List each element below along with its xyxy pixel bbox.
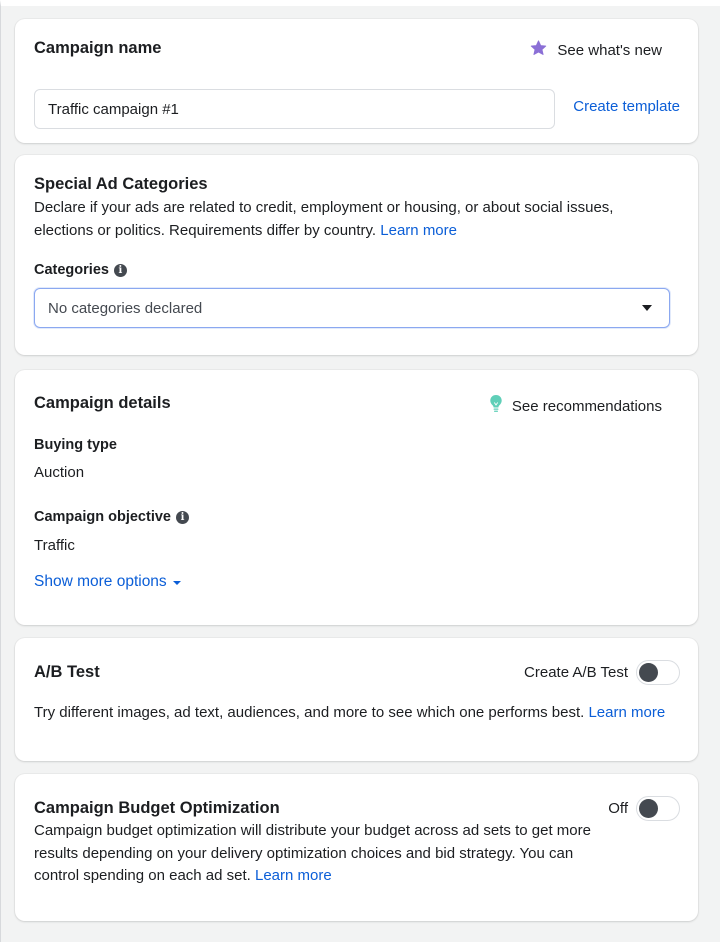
ab-test-title: A/B Test <box>34 663 100 681</box>
special-ad-categories-description: Declare if your ads are related to credi… <box>34 197 674 242</box>
see-recommendations-label: See recommendations <box>511 397 662 415</box>
campaign-details-card: Campaign details See recommendations Buy… <box>15 370 698 625</box>
ab-test-description: Try different images, ad text, audiences… <box>34 702 674 725</box>
campaign-objective-value: Traffic <box>34 537 75 554</box>
special-ad-categories-title: Special Ad Categories <box>34 175 208 193</box>
budget-optimization-title: Campaign Budget Optimization <box>34 799 280 817</box>
campaign-name-input[interactable] <box>34 89 555 129</box>
budget-optimization-card: Campaign Budget Optimization Off Campaig… <box>15 774 698 921</box>
toggle-knob <box>639 663 658 682</box>
lightbulb-icon <box>489 394 503 418</box>
buying-type-label: Buying type <box>34 437 117 453</box>
budget-optimization-toggle[interactable] <box>636 796 680 821</box>
buying-type-value: Auction <box>34 464 85 481</box>
see-whats-new-link[interactable]: See what's new <box>529 39 662 61</box>
show-more-options-label: Show more options <box>34 573 167 590</box>
budget-optimization-toggle-row: Off <box>608 796 680 821</box>
chevron-down-icon <box>642 305 652 311</box>
campaign-objective-label: Campaign objective i <box>34 509 189 525</box>
campaign-name-card: Campaign name See what's new Create temp… <box>15 19 698 143</box>
campaign-objective-label-text: Campaign objective <box>34 509 171 525</box>
star-icon <box>529 39 548 61</box>
ab-test-toggle[interactable] <box>636 660 680 685</box>
info-icon[interactable]: i <box>113 263 127 277</box>
budget-optimization-toggle-label: Off <box>608 800 628 817</box>
special-ad-categories-card: Special Ad Categories Declare if your ad… <box>15 155 698 355</box>
categories-label-text: Categories <box>34 262 109 278</box>
learn-more-link[interactable]: Learn more <box>588 704 665 721</box>
chevron-down-icon <box>172 581 181 585</box>
campaign-name-title: Campaign name <box>34 39 162 57</box>
categories-label: Categories i <box>34 262 127 278</box>
categories-select[interactable]: No categories declared <box>34 288 670 328</box>
learn-more-link[interactable]: Learn more <box>380 222 457 239</box>
campaign-details-title: Campaign details <box>34 394 171 412</box>
page: Campaign name See what's new Create temp… <box>0 0 720 942</box>
see-recommendations-link[interactable]: See recommendations <box>489 394 662 418</box>
learn-more-link[interactable]: Learn more <box>255 867 332 884</box>
see-whats-new-label: See what's new <box>557 41 662 59</box>
ab-test-card: A/B Test Create A/B Test Try different i… <box>15 638 698 761</box>
description-text: Declare if your ads are related to credi… <box>34 199 614 239</box>
categories-select-value: No categories declared <box>48 299 203 317</box>
create-template-link[interactable]: Create template <box>573 98 680 115</box>
ab-test-toggle-label: Create A/B Test <box>524 664 628 681</box>
ab-test-toggle-row: Create A/B Test <box>524 660 680 685</box>
info-icon[interactable]: i <box>175 510 189 524</box>
description-text: Try different images, ad text, audiences… <box>34 704 585 721</box>
toggle-knob <box>639 799 658 818</box>
budget-optimization-description: Campaign budget optimization will distri… <box>34 820 609 888</box>
show-more-options-link[interactable]: Show more options <box>34 573 181 591</box>
